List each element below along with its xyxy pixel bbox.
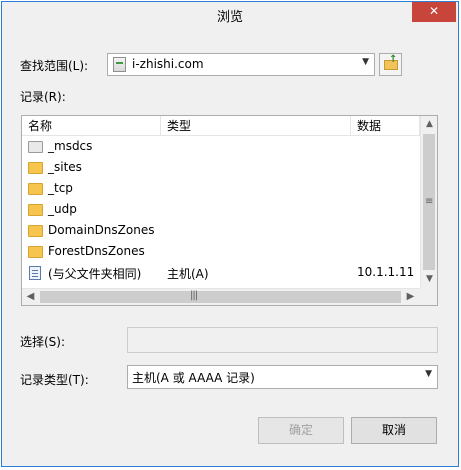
up-one-level-button[interactable]: ↑	[379, 53, 402, 76]
column-header-type[interactable]: 类型	[161, 116, 351, 136]
title-bar: 浏览 ✕	[2, 2, 458, 33]
browse-dialog: 浏览 ✕ 查找范围(L): i-zhishi.com ▼ ↑ 记录(R): 名称…	[1, 1, 459, 467]
ok-button[interactable]: 确定	[258, 417, 344, 444]
list-item[interactable]: (与父文件夹相同) 主机(A) 10.1.1.11	[22, 263, 420, 284]
list-item[interactable]: _udp	[22, 200, 420, 221]
folder-icon	[28, 246, 43, 258]
item-name: (与父文件夹相同)	[48, 267, 142, 281]
selection-label: 选择(S):	[20, 335, 66, 349]
lookin-value: i-zhishi.com	[132, 57, 204, 71]
scroll-thumb[interactable]: ≡	[423, 134, 435, 270]
lookin-label: 查找范围(L):	[20, 59, 89, 73]
list-item[interactable]: _tcp	[22, 179, 420, 200]
folder-icon	[28, 225, 43, 237]
list-header: 名称 类型 数据	[22, 116, 420, 136]
list-item[interactable]: ForestDnsZones	[22, 242, 420, 263]
list-item[interactable]: DomainDnsZones	[22, 221, 420, 242]
grip-icon: ≡	[425, 196, 434, 207]
item-name: DomainDnsZones	[48, 223, 155, 237]
list-item[interactable]: _sites	[22, 158, 420, 179]
record-type-label: 记录类型(T):	[20, 373, 89, 387]
records-label: 记录(R):	[20, 90, 66, 104]
chevron-down-icon[interactable]: ▼	[425, 369, 432, 379]
close-button[interactable]: ✕	[412, 2, 456, 22]
scroll-corner	[420, 288, 437, 305]
list-item[interactable]: _msdcs	[22, 137, 420, 158]
hscroll-thumb[interactable]: |||	[40, 290, 401, 303]
grip-icon: |||	[190, 290, 198, 301]
lookin-combo[interactable]: i-zhishi.com ▼	[107, 53, 375, 76]
selection-field	[127, 327, 438, 353]
record-type-combo[interactable]: 主机(A 或 AAAA 记录) ▼	[127, 365, 438, 389]
scroll-up-icon[interactable]: ▲	[421, 116, 437, 133]
chevron-down-icon[interactable]: ▼	[362, 57, 369, 67]
scroll-right-icon[interactable]: ▶	[402, 289, 419, 305]
column-header-name[interactable]: 名称	[22, 116, 161, 136]
dialog-title: 浏览	[216, 10, 243, 25]
folder-icon	[28, 162, 43, 174]
server-icon	[113, 57, 126, 72]
folder-icon	[28, 183, 43, 195]
item-name: _tcp	[48, 181, 73, 195]
vertical-scrollbar[interactable]: ▲ ≡ ▼	[420, 116, 437, 288]
item-data: 10.1.1.11	[357, 265, 415, 279]
record-icon	[29, 266, 41, 280]
item-name: _udp	[48, 202, 77, 216]
cancel-button[interactable]: 取消	[351, 417, 437, 444]
folder-icon	[28, 204, 43, 216]
scroll-down-icon[interactable]: ▼	[421, 271, 437, 288]
scroll-left-icon[interactable]: ◀	[22, 289, 39, 305]
item-name: _msdcs	[48, 139, 93, 153]
column-header-data[interactable]: 数据	[351, 116, 420, 136]
item-name: ForestDnsZones	[48, 244, 145, 258]
records-list[interactable]: 名称 类型 数据 _msdcs _sites _tcp _udp DomainD…	[21, 115, 438, 306]
item-name: _sites	[48, 160, 82, 174]
record-type-value: 主机(A 或 AAAA 记录)	[132, 371, 255, 385]
folder-icon	[28, 141, 43, 153]
horizontal-scrollbar[interactable]: ◀ ||| ▶	[22, 288, 437, 305]
item-type: 主机(A)	[167, 267, 209, 281]
